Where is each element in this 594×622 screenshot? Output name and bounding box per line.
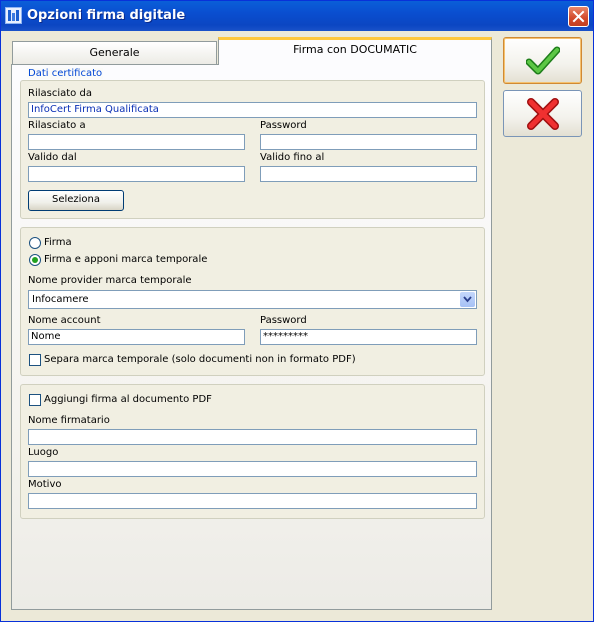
add-pdf-signature-label: Aggiungi firma al documento PDF (44, 394, 212, 405)
tsa-password-field[interactable]: ********* (260, 329, 477, 345)
app-icon (5, 7, 22, 24)
issued-to-field[interactable] (28, 134, 245, 150)
radio-firma-label: Firma (44, 237, 72, 248)
place-field[interactable] (28, 461, 477, 477)
issued-by-label: Rilasciato da (28, 88, 92, 99)
issued-to-label: Rilasciato a (28, 120, 86, 131)
reason-label: Motivo (28, 479, 62, 490)
certificate-group-legend: Dati certificato (27, 68, 104, 79)
cert-password-field[interactable] (260, 134, 477, 150)
radio-firma-marca-label: Firma e apponi marca temporale (44, 254, 208, 265)
valid-from-label: Valido dal (28, 152, 77, 163)
chevron-down-icon (463, 296, 472, 303)
provider-select[interactable]: Infocamere (28, 290, 477, 309)
issued-by-field[interactable]: InfoCert Firma Qualificata (28, 102, 477, 118)
tab-generale[interactable]: Generale (12, 41, 217, 64)
title-bar[interactable]: Opzioni firma digitale (1, 1, 593, 31)
valid-from-field[interactable] (28, 166, 245, 182)
signer-name-label: Nome firmatario (28, 415, 110, 426)
select-certificate-button[interactable]: Seleziona (28, 190, 124, 211)
signer-name-field[interactable] (28, 429, 477, 445)
radio-firma-marca[interactable] (29, 254, 41, 266)
provider-selected-value: Infocamere (32, 294, 89, 305)
provider-label: Nome provider marca temporale (28, 275, 192, 286)
valid-to-label: Valido fino al (260, 152, 325, 163)
cancel-button[interactable] (503, 90, 582, 137)
ok-button[interactable] (503, 37, 582, 84)
account-label: Nome account (28, 315, 101, 326)
window-title: Opzioni firma digitale (27, 8, 186, 23)
cert-password-label: Password (260, 120, 307, 131)
x-icon (527, 98, 559, 130)
tab-firma-documatic[interactable]: Firma con DOCUMATIC (218, 37, 492, 65)
close-icon (572, 10, 585, 23)
place-label: Luogo (28, 447, 59, 458)
valid-to-field[interactable] (260, 166, 477, 182)
reason-field[interactable] (28, 493, 477, 509)
close-button[interactable] (568, 6, 589, 27)
tsa-password-label: Password (260, 315, 307, 326)
checkmark-icon (526, 46, 560, 75)
separate-timestamp-label: Separa marca temporale (solo documenti n… (44, 354, 356, 365)
separate-timestamp-checkbox[interactable] (29, 354, 41, 366)
radio-firma[interactable] (29, 237, 41, 249)
add-pdf-signature-checkbox[interactable] (29, 394, 41, 406)
provider-dropdown-button[interactable] (460, 292, 475, 307)
account-field[interactable]: Nome (28, 329, 245, 345)
